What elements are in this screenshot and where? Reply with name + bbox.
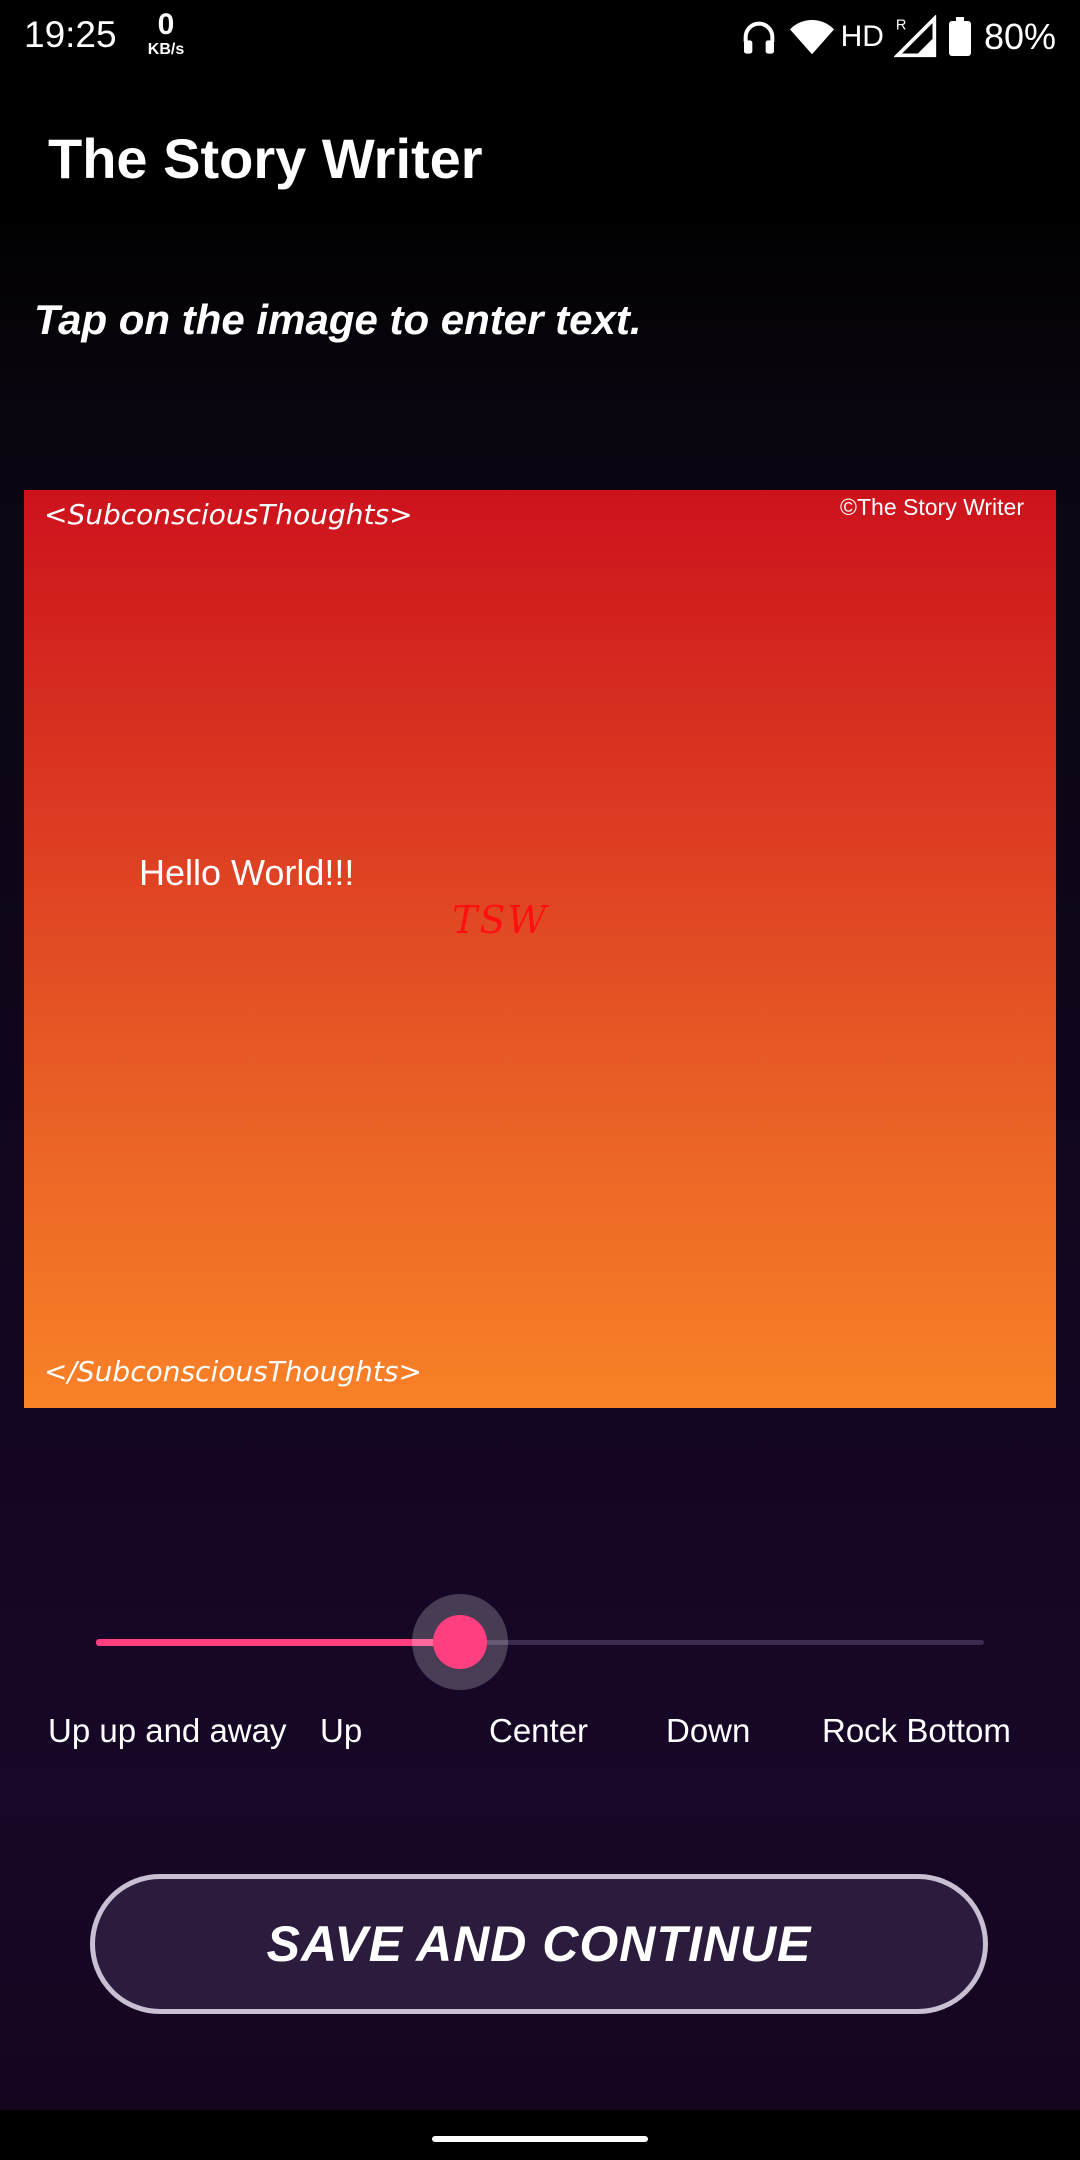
- network-type-label: HD: [840, 20, 884, 53]
- battery-icon: [948, 17, 971, 56]
- network-speed-value: 0: [157, 8, 175, 41]
- battery-percentage: 80%: [983, 16, 1056, 57]
- home-gesture-handle[interactable]: [432, 2136, 648, 2142]
- save-and-continue-button[interactable]: SAVE AND CONTINUE: [90, 1874, 988, 2014]
- app-title: The Story Writer: [48, 127, 483, 190]
- wifi-icon: [789, 19, 834, 55]
- network-speed-unit: KB/s: [147, 41, 185, 58]
- cellular-signal-icon: R: [893, 15, 937, 58]
- slider-label-center: Center: [489, 1712, 589, 1749]
- headphones-icon: [743, 21, 774, 54]
- slider-active-track: [96, 1639, 460, 1646]
- slider-label-up-up-and-away: Up up and away: [48, 1712, 287, 1749]
- app-screen: 19:25 0 KB/s HD R 80% The Story Writer T…: [0, 0, 1080, 2160]
- navigation-bar: [0, 2110, 1080, 2160]
- tsw-watermark: TSW: [452, 898, 549, 942]
- instruction-text: Tap on the image to enter text.: [34, 296, 642, 343]
- network-speed: 0 KB/s: [144, 10, 188, 58]
- status-icons: HD R 80%: [739, 12, 1056, 62]
- status-time: 19:25: [24, 14, 117, 55]
- status-bar: 19:25 0 KB/s HD R 80%: [0, 0, 1080, 76]
- closing-tag-text: </SubconsciousThoughts>: [44, 1355, 422, 1388]
- story-image-canvas[interactable]: <SubconsciousThoughts> ©The Story Writer…: [24, 490, 1056, 1408]
- slider-label-up: Up: [320, 1712, 363, 1749]
- slider-label-down: Down: [666, 1712, 751, 1749]
- story-text[interactable]: Hello World!!!: [139, 852, 354, 894]
- text-position-slider[interactable]: [96, 1594, 984, 1690]
- slider-thumb[interactable]: [433, 1615, 487, 1669]
- slider-label-rock-bottom: Rock Bottom: [822, 1712, 1011, 1749]
- opening-tag-text: <SubconsciousThoughts>: [44, 498, 413, 531]
- roaming-indicator: R: [896, 18, 907, 34]
- copyright-text: ©The Story Writer: [840, 494, 1024, 520]
